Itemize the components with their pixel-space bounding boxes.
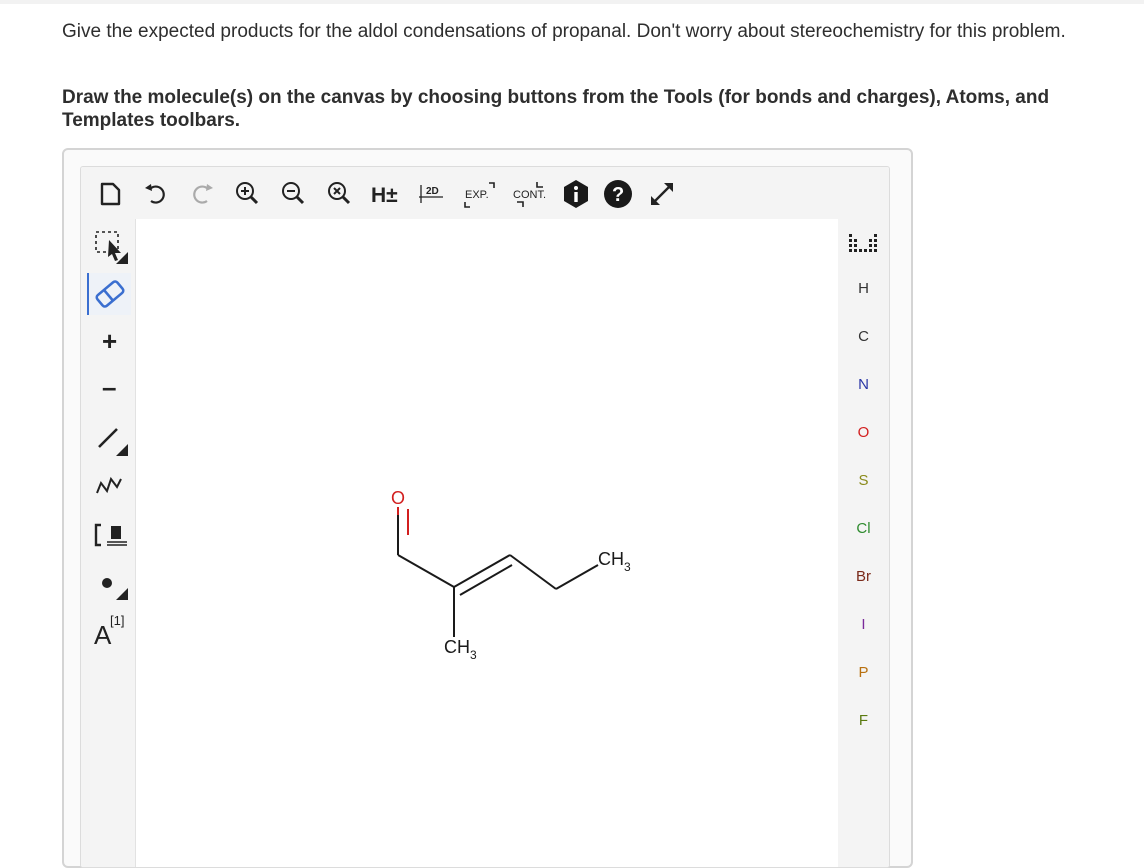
template-bracket-icon [94,523,127,547]
single-bond-icon [98,428,128,456]
methyl-bottom-label: CH3 [444,637,477,662]
expand-label: EXP. [465,189,489,201]
expand-button[interactable]: EXP. [461,177,501,211]
redo-icon [193,184,213,204]
radical-tool-button[interactable] [89,561,131,603]
undo-icon [145,184,165,204]
plus-label: + [102,326,117,356]
left-toolbar: + – A [1] [81,219,135,867]
periodic-table-icon [849,234,877,252]
minus-label: – [102,372,116,402]
zoom-out-icon [282,182,305,205]
atom-label-superscript: [1] [110,613,124,628]
bond-ethyl-2 [555,564,599,590]
top-toolbar: H± 2D EXP. CONT. ? [81,167,889,219]
atom-label-icon: A [1] [94,613,124,650]
hydrogen-label: H± [371,184,398,207]
fullscreen-icon [651,183,673,205]
svg-text:?: ? [612,184,624,206]
positive-charge-button[interactable]: + [89,321,131,363]
lasso-select-icon [95,231,128,264]
clean-2d-icon: 2D [419,185,443,203]
new-document-icon [100,182,121,206]
methyl-right-label: CH3 [598,549,631,574]
radical-dot-icon [102,578,128,600]
eraser-icon [95,280,125,308]
top-divider [0,0,1144,4]
select-tool-button[interactable] [89,225,131,267]
help-button[interactable]: ? [601,177,635,211]
help-icon: ? [604,180,632,208]
minus-charge-icon: – [102,372,116,402]
atom-button-i[interactable]: I [838,611,889,639]
atom-button-n[interactable]: N [838,371,889,399]
molecule-editor: H± 2D EXP. CONT. ? + – A [1] O CH3 CH3 H… [80,166,890,868]
contract-button[interactable]: CONT. [509,177,553,211]
undo-button[interactable] [139,177,173,211]
plus-charge-icon: + [102,326,117,356]
atom-button-br[interactable]: Br [838,563,889,591]
new-document-button[interactable] [93,177,127,211]
info-button[interactable] [559,177,593,211]
info-icon [564,180,588,208]
zoom-reset-button[interactable] [323,177,357,211]
zoom-reset-icon [328,182,351,205]
periodic-table-button[interactable] [848,231,880,255]
bond-aldehyde-alpha [397,554,455,588]
chain-icon [96,476,122,494]
atom-button-c[interactable]: C [838,323,889,351]
atom-button-h[interactable]: H [838,275,889,303]
clean-2d-button[interactable]: 2D [415,177,449,211]
bond-ethyl-1 [509,554,557,590]
clean-2d-label: 2D [426,186,439,197]
zoom-in-button[interactable] [231,177,265,211]
fullscreen-button[interactable] [645,177,679,211]
oxygen-atom-label: O [391,488,405,508]
hydrogen-toggle-button[interactable]: H± [369,177,403,211]
single-bond-tool-button[interactable] [89,417,131,459]
atom-button-s[interactable]: S [838,467,889,495]
question-instructions: Draw the molecule(s) on the canvas by ch… [62,87,1050,131]
atom-button-f[interactable]: F [838,707,889,735]
contract-icon: CONT. [513,182,546,207]
molecule-drawing: O CH3 CH3 [391,488,631,662]
eraser-tool-button[interactable] [87,273,131,315]
redo-button[interactable] [185,177,219,211]
zoom-in-icon [236,182,259,205]
atoms-toolbar: H C N O S Cl Br I P F [838,219,889,867]
template-tool-button[interactable] [89,513,131,555]
atom-button-o[interactable]: O [838,419,889,447]
drawing-canvas[interactable]: O CH3 CH3 [135,219,840,867]
hydrogen-icon: H± [371,184,398,207]
chain-tool-button[interactable] [89,465,131,507]
atom-button-cl[interactable]: Cl [838,515,889,543]
atom-button-p[interactable]: P [838,659,889,687]
zoom-out-button[interactable] [277,177,311,211]
expand-icon: EXP. [464,182,495,208]
atom-label-tool-button[interactable]: A [1] [89,609,131,651]
negative-charge-button[interactable]: – [89,369,131,411]
contract-label: CONT. [513,189,546,201]
question-text: Give the expected products for the aldol… [62,21,1066,42]
